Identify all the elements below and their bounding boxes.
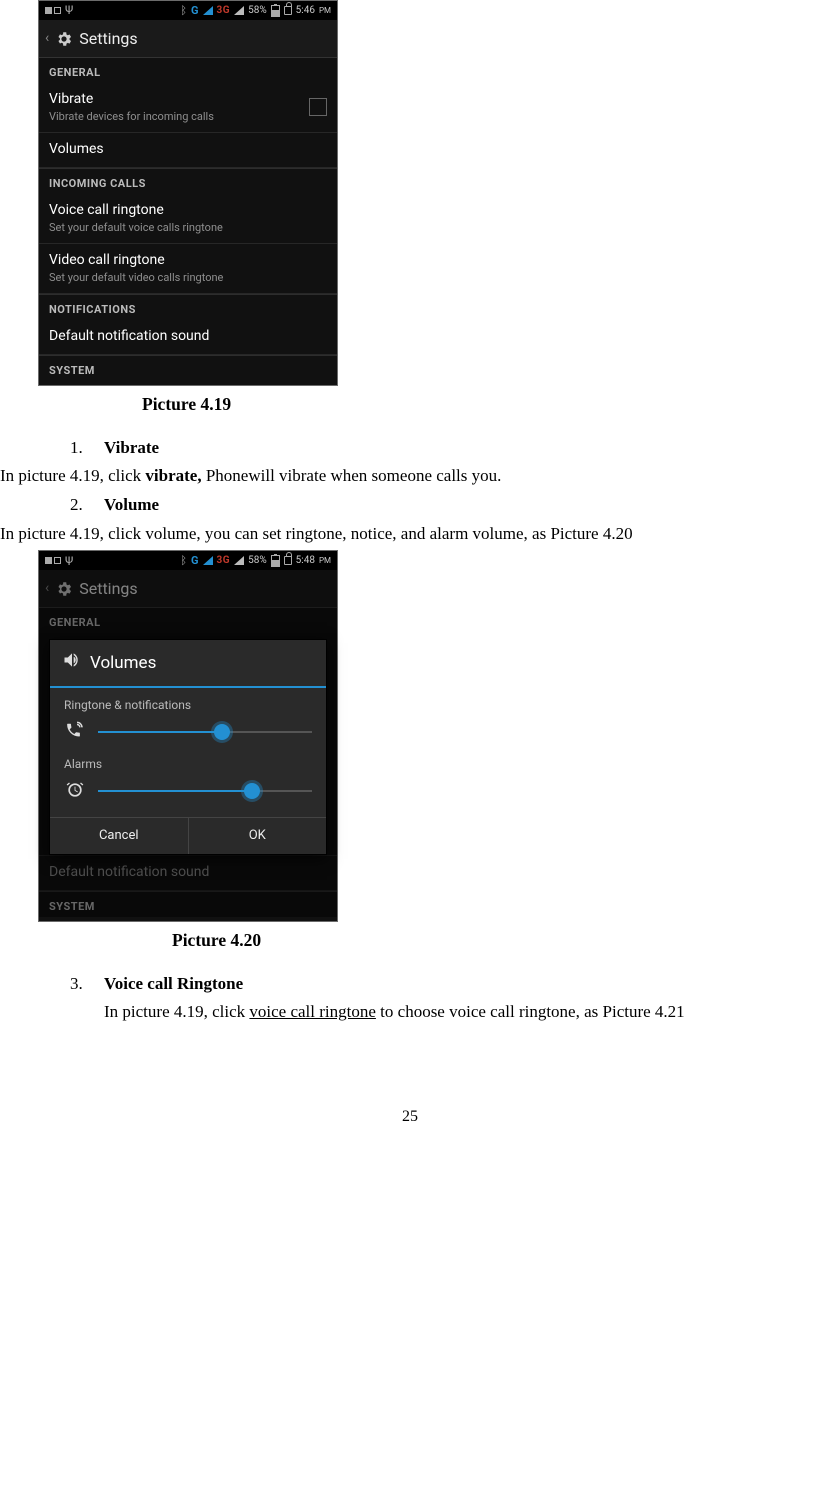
phone-ring-icon (64, 720, 86, 743)
caption-420: Picture 4.20 (172, 928, 820, 953)
volumes-title: Volumes (49, 141, 327, 158)
battery-pct: 58% (248, 555, 267, 567)
appbar-title: Settings (79, 579, 137, 598)
bluetooth-icon: ᛒ (180, 4, 187, 17)
section-general: GENERAL (39, 58, 337, 83)
threeg-icon: 3G (217, 5, 231, 17)
appbar-title: Settings (79, 29, 137, 48)
psi-icon: Ψ (65, 554, 73, 568)
vibrate-checkbox[interactable] (309, 98, 327, 116)
g-icon: G (191, 554, 199, 567)
status-squares-icon (45, 557, 61, 564)
ringtone-slider[interactable] (98, 725, 312, 739)
page-number: 25 (0, 1105, 820, 1128)
ringtone-label: Ringtone & notifications (64, 698, 312, 712)
row-video-ringtone[interactable]: Video call ringtone Set your default vid… (39, 244, 337, 294)
vibrate-sub: Vibrate devices for incoming calls (49, 110, 301, 123)
section-system: SYSTEM (39, 355, 337, 381)
clock-time: 5:46 (296, 5, 315, 17)
app-bar: ‹ Settings (39, 20, 337, 58)
item2-num: 2. (70, 493, 88, 518)
clock-ampm: PM (319, 6, 331, 16)
section-system: SYSTEM (39, 891, 337, 917)
vibrate-title: Vibrate (49, 91, 301, 108)
volumes-dialog: Volumes Ringtone & notifications (49, 639, 327, 855)
video-title: Video call ringtone (49, 252, 327, 269)
item3-num: 3. (70, 972, 88, 997)
list-item-2: 2. Volume (70, 493, 820, 518)
battery-icon (271, 5, 280, 17)
clock-time: 5:48 (296, 555, 315, 567)
voice-sub: Set your default voice calls ringtone (49, 221, 327, 234)
row-vibrate[interactable]: Vibrate Vibrate devices for incoming cal… (39, 83, 337, 133)
default-notif-title: Default notification sound (49, 864, 327, 881)
item1-num: 1. (70, 436, 88, 461)
list-item-1: 1. Vibrate (70, 436, 820, 461)
section-notifications: NOTIFICATIONS (39, 294, 337, 320)
section-general: GENERAL (39, 608, 337, 633)
back-icon[interactable]: ‹ (45, 30, 49, 47)
status-squares-icon (45, 7, 61, 14)
row-default-notification[interactable]: Default notification sound (39, 320, 337, 355)
row-default-notification[interactable]: Default notification sound (39, 855, 337, 891)
alarms-label: Alarms (64, 757, 312, 771)
alarm-icon (64, 780, 86, 803)
video-sub: Set your default video calls ringtone (49, 271, 327, 284)
g-icon: G (191, 4, 199, 17)
dialog-title-row: Volumes (50, 640, 326, 685)
row-voice-ringtone[interactable]: Voice call ringtone Set your default voi… (39, 194, 337, 244)
section-incoming: INCOMING CALLS (39, 168, 337, 194)
body-line-2: In picture 4.19, click volume, you can s… (0, 522, 820, 547)
app-bar: ‹ Settings (39, 570, 337, 608)
ok-button[interactable]: OK (189, 818, 327, 854)
dialog-divider (50, 686, 326, 688)
screenshot-settings: Ψ ᛒ G 3G 58% 5:46 PM ‹ Settings GENERAL … (38, 0, 338, 386)
cancel-button[interactable]: Cancel (50, 818, 189, 854)
psi-icon: Ψ (65, 3, 73, 17)
back-icon[interactable]: ‹ (45, 580, 49, 597)
body-line-3: In picture 4.19, click voice call ringto… (104, 1000, 820, 1025)
status-bar: Ψ ᛒ G 3G 58% 5:46 PM (39, 1, 337, 20)
bluetooth-icon: ᛒ (180, 554, 187, 567)
battery-icon (271, 555, 280, 567)
caption-419: Picture 4.19 (142, 392, 820, 417)
signal-icon (203, 556, 213, 565)
lock-icon (284, 556, 292, 565)
dialog-buttons: Cancel OK (50, 817, 326, 854)
volume-icon (62, 650, 82, 675)
item3-label: Voice call Ringtone (104, 972, 243, 997)
battery-pct: 58% (248, 5, 267, 17)
clock-ampm: PM (319, 556, 331, 566)
row-volumes[interactable]: Volumes (39, 133, 337, 168)
list-item-3: 3. Voice call Ringtone (70, 972, 820, 997)
gear-icon (55, 580, 73, 598)
dialog-title: Volumes (90, 653, 156, 673)
signal2-icon (234, 6, 244, 15)
signal-icon (203, 6, 213, 15)
screenshot-volumes: Ψ ᛒ G 3G 58% 5:48 PM ‹ Settings GEN (38, 550, 338, 922)
item2-label: Volume (104, 493, 159, 518)
lock-icon (284, 6, 292, 15)
item1-label: Vibrate (104, 436, 159, 461)
threeg-icon: 3G (217, 555, 231, 567)
status-bar: Ψ ᛒ G 3G 58% 5:48 PM (39, 551, 337, 570)
gear-icon (55, 30, 73, 48)
body-line-1: In picture 4.19, click vibrate, Phonewil… (0, 464, 820, 489)
alarms-slider[interactable] (98, 784, 312, 798)
default-notif-title: Default notification sound (49, 328, 327, 345)
signal2-icon (234, 556, 244, 565)
voice-title: Voice call ringtone (49, 202, 327, 219)
